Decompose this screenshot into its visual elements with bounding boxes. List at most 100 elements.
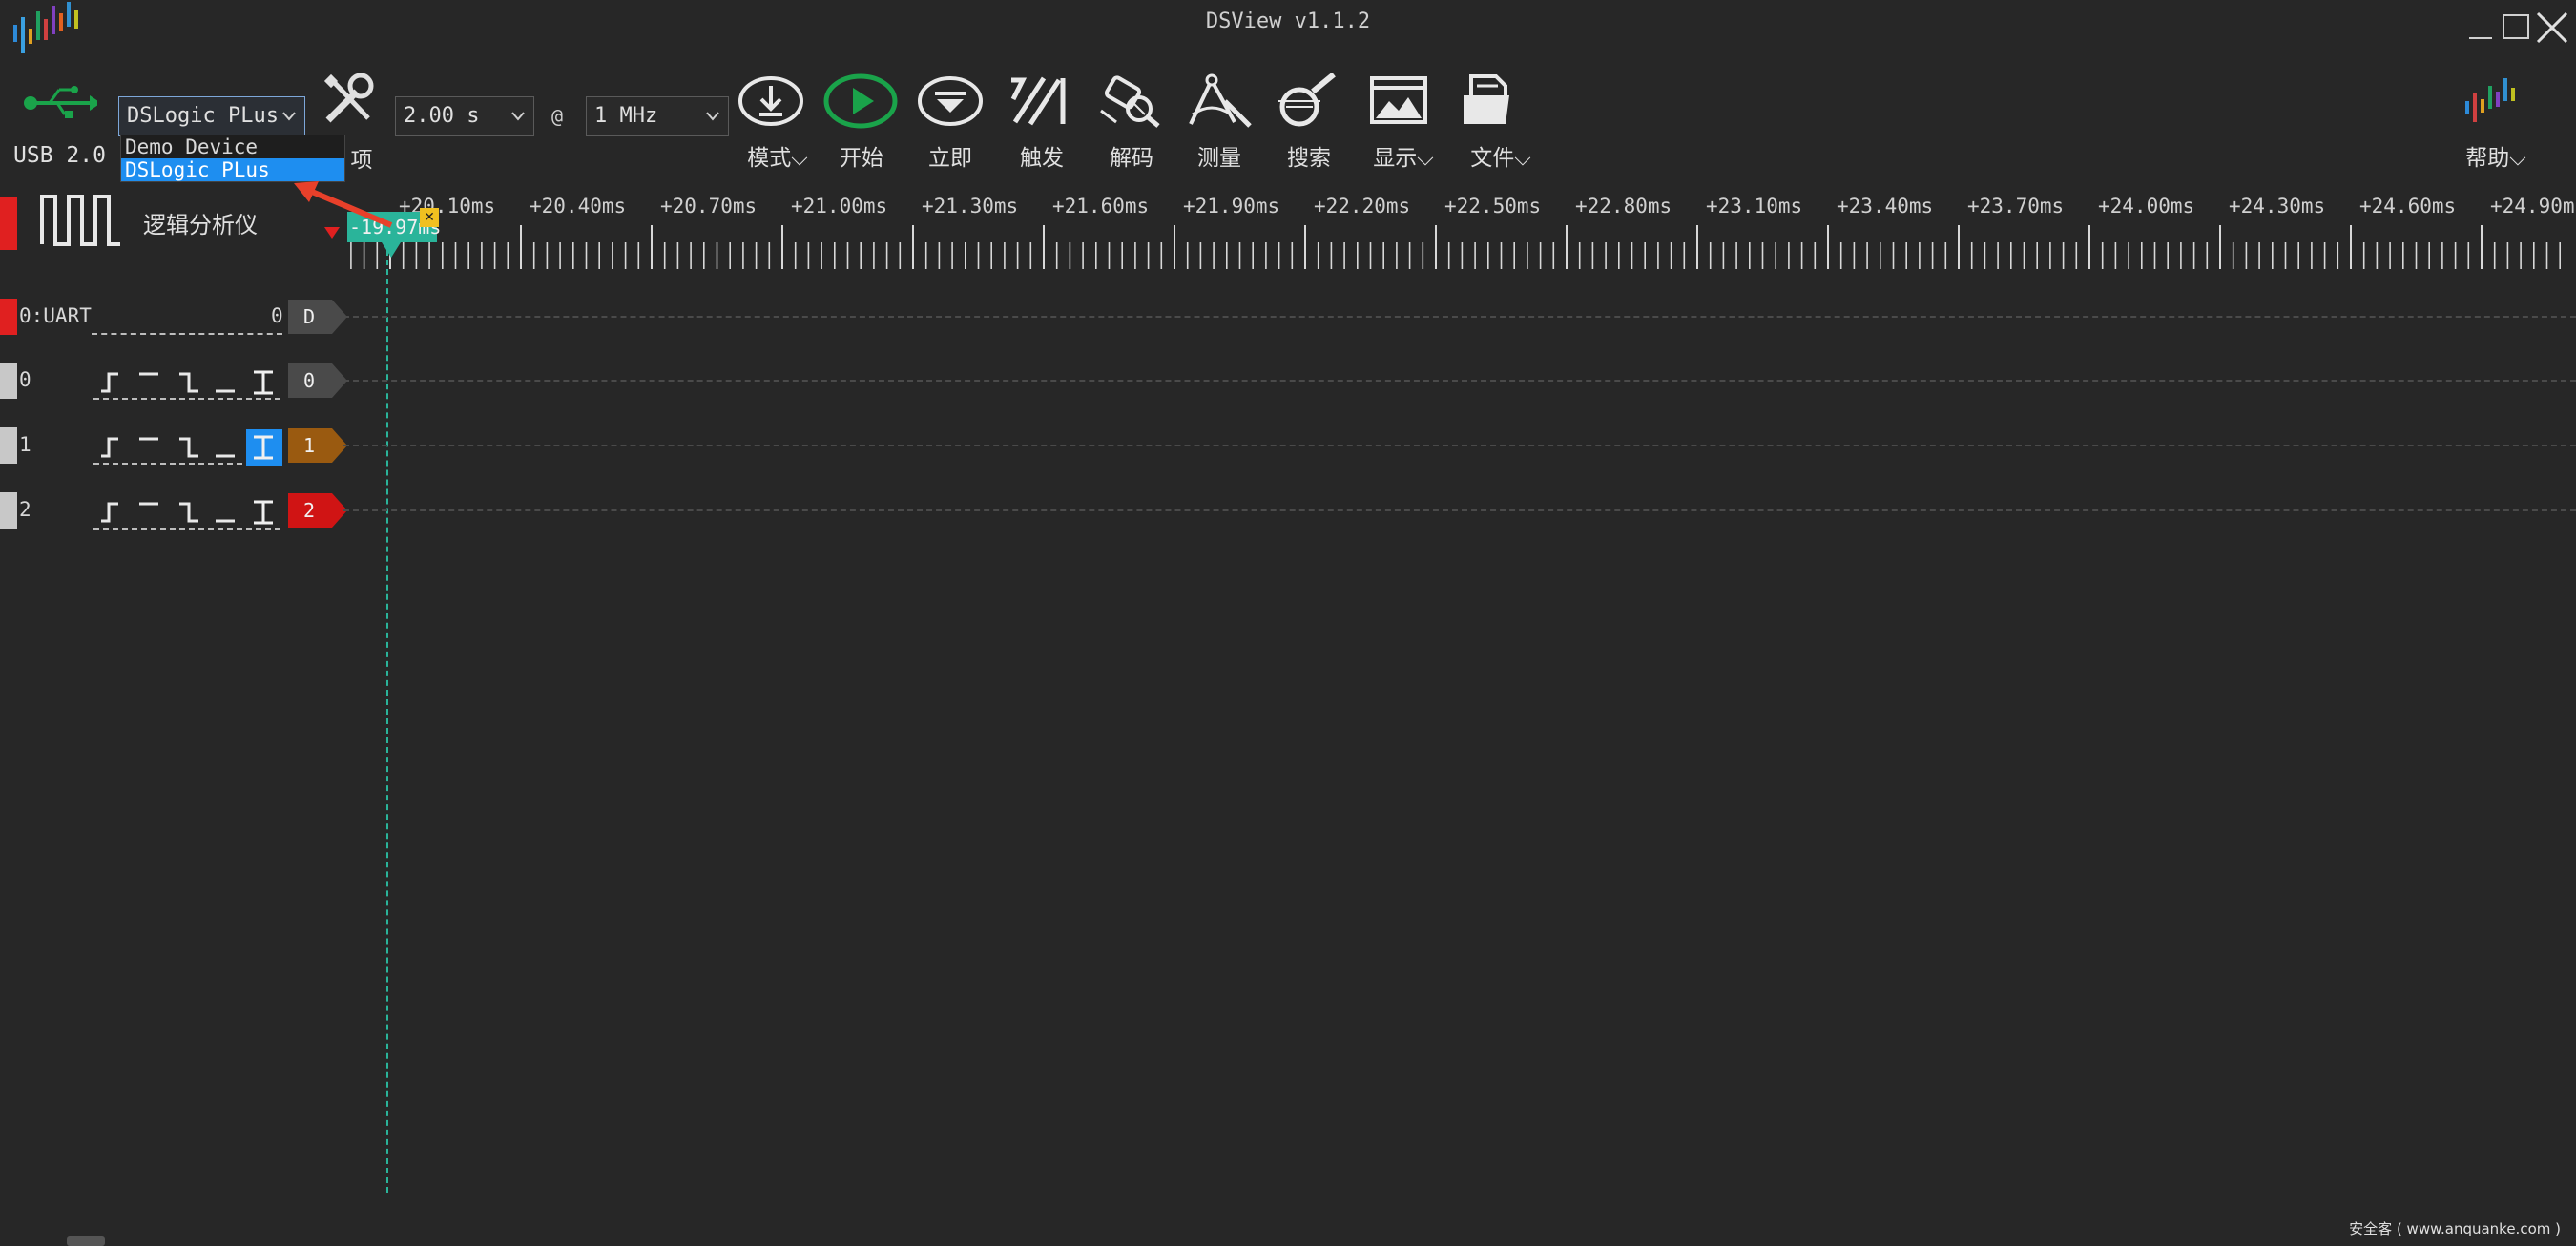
help-logo-icon (2465, 78, 2515, 122)
search-icon (1278, 72, 1336, 127)
trigger-type-selector[interactable] (92, 364, 286, 403)
watermark: 安全客 ( www.anquanke.com ) (2349, 1220, 2561, 1237)
channel-tag[interactable]: 0 (288, 363, 347, 398)
close-button[interactable] (2530, 6, 2572, 48)
ruler-ticks (350, 225, 2561, 269)
channel-tag[interactable]: 1 (288, 428, 347, 463)
channel-waveform-area[interactable] (343, 445, 2576, 446)
ruler-tick-label: +21.60ms (1052, 195, 1150, 218)
ruler-tick-label: +21.00ms (791, 195, 888, 218)
search-button[interactable]: 搜索 (1273, 72, 1345, 174)
file-label: 文件 (1470, 146, 1515, 171)
ruler-tick-label: +23.70ms (1967, 195, 2065, 218)
cursor-close-icon[interactable]: ✕ (420, 208, 439, 227)
chevron-down-icon (511, 112, 525, 121)
options-label[interactable]: 项 (347, 141, 376, 174)
measure-label: 测量 (1197, 146, 1241, 171)
options-wrench-icon[interactable] (321, 73, 376, 128)
channel-color-bar[interactable] (0, 427, 17, 464)
device-select[interactable]: DSLogic PLus (118, 96, 305, 136)
ruler-tick-label: +20.70ms (660, 195, 758, 218)
ruler-tick-label: +24.60ms (2359, 195, 2457, 218)
usb-icon (21, 84, 101, 122)
display-icon (1370, 76, 1427, 124)
chevron-down-icon: ⌵ (2509, 146, 2526, 171)
device-dropdown-list: Demo Device DSLogic PLus (120, 135, 345, 182)
channel-waveform-area[interactable] (343, 509, 2576, 511)
help-button[interactable]: 帮助⌵ (2450, 73, 2542, 174)
device-option-demo[interactable]: Demo Device (121, 135, 344, 158)
chevron-down-icon: ⌵ (1514, 146, 1531, 171)
mode-button[interactable]: 模式⌵ (735, 73, 808, 174)
channel-color-bar[interactable] (0, 492, 17, 529)
decoder-value: 0 (271, 304, 283, 327)
start-label: 开始 (840, 146, 883, 171)
decode-icon (1100, 75, 1160, 128)
logic-analyzer-icon (38, 191, 126, 248)
help-label: 帮助 (2465, 146, 2510, 171)
sample-time-value: 2.00 s (404, 104, 480, 128)
instant-label: 立即 (928, 146, 972, 171)
channel-tag-label: 1 (303, 434, 316, 457)
start-button[interactable]: 开始 (822, 73, 901, 174)
sample-time-select[interactable]: 2.00 s (395, 96, 534, 136)
mode-label: 模式 (747, 146, 792, 171)
annotation-arrow (294, 181, 393, 228)
ruler-tick-label: +22.50ms (1444, 195, 1542, 218)
sample-rate-value: 1 MHz (594, 104, 658, 128)
trigger-type-selector[interactable] (92, 494, 286, 532)
ruler-tick-label: +21.30ms (922, 195, 1019, 218)
channel-waveform-area[interactable] (343, 380, 2576, 382)
chevron-down-icon (706, 112, 719, 121)
channel-color-bar[interactable] (0, 299, 17, 335)
search-label: 搜索 (1287, 146, 1331, 171)
channel-color-bar[interactable] (0, 363, 17, 399)
horizontal-scrollbar[interactable] (67, 1236, 105, 1246)
window-title: DSView v1.1.2 (1205, 10, 1371, 33)
compass-icon (1189, 73, 1252, 128)
device-select-value: DSLogic PLus (127, 104, 279, 128)
channel-waveform-area[interactable] (343, 316, 2576, 318)
decoder-underline (92, 333, 282, 335)
trigger-icon (1010, 76, 1066, 126)
decode-button[interactable]: 解码 (1095, 73, 1168, 174)
display-button[interactable]: 显示⌵ (1364, 73, 1441, 174)
instant-button[interactable]: 立即 (914, 73, 987, 174)
measure-button[interactable]: 测量 (1183, 73, 1256, 174)
trigger-type-selector[interactable] (92, 429, 286, 467)
ruler-tick-label: +24.30ms (2229, 195, 2326, 218)
decode-label: 解码 (1110, 146, 1153, 171)
download-icon (738, 76, 803, 126)
trigger-label: 触发 (1020, 146, 1064, 171)
at-symbol: @ (551, 105, 564, 128)
chevron-down-icon: ⌵ (1417, 146, 1434, 171)
chevron-down-icon (282, 112, 296, 121)
ruler-tick-label: +23.10ms (1706, 195, 1803, 218)
channel-tag-label: D (303, 305, 316, 328)
ruler-tick-label: +22.20ms (1314, 195, 1411, 218)
file-button[interactable]: 文件⌵ (1458, 73, 1534, 174)
channel-tag[interactable]: 2 (288, 493, 347, 528)
trigger-button[interactable]: 触发 (1006, 73, 1078, 174)
ruler-tick-label: +21.90ms (1183, 195, 1280, 218)
instant-capture-icon (918, 76, 983, 126)
ruler-tick-label: +23.40ms (1837, 195, 1934, 218)
mode-title: 逻辑分析仪 (143, 212, 258, 239)
channel-tag-label: 0 (303, 369, 316, 392)
channel-name[interactable]: 2 (19, 498, 31, 521)
channel-name[interactable]: 0 (19, 368, 31, 391)
ruler-tick-label: +20.40ms (530, 195, 627, 218)
channel-name[interactable]: 1 (19, 433, 31, 456)
folder-icon (1464, 74, 1509, 124)
ruler-tick-label: +24.90m (2490, 195, 2575, 218)
chevron-down-icon: ⌵ (791, 146, 808, 171)
channel-tag[interactable]: D (288, 300, 347, 334)
ruler-tick-label: +24.00ms (2098, 195, 2195, 218)
display-label: 显示 (1373, 146, 1418, 171)
ruler-tick-label: +22.80ms (1575, 195, 1672, 218)
mode-color-bar (0, 197, 17, 250)
play-icon (823, 73, 898, 129)
cursor-line[interactable] (386, 250, 388, 1193)
sample-rate-select[interactable]: 1 MHz (586, 96, 729, 136)
channel-name[interactable]: 0:UART (19, 304, 92, 327)
